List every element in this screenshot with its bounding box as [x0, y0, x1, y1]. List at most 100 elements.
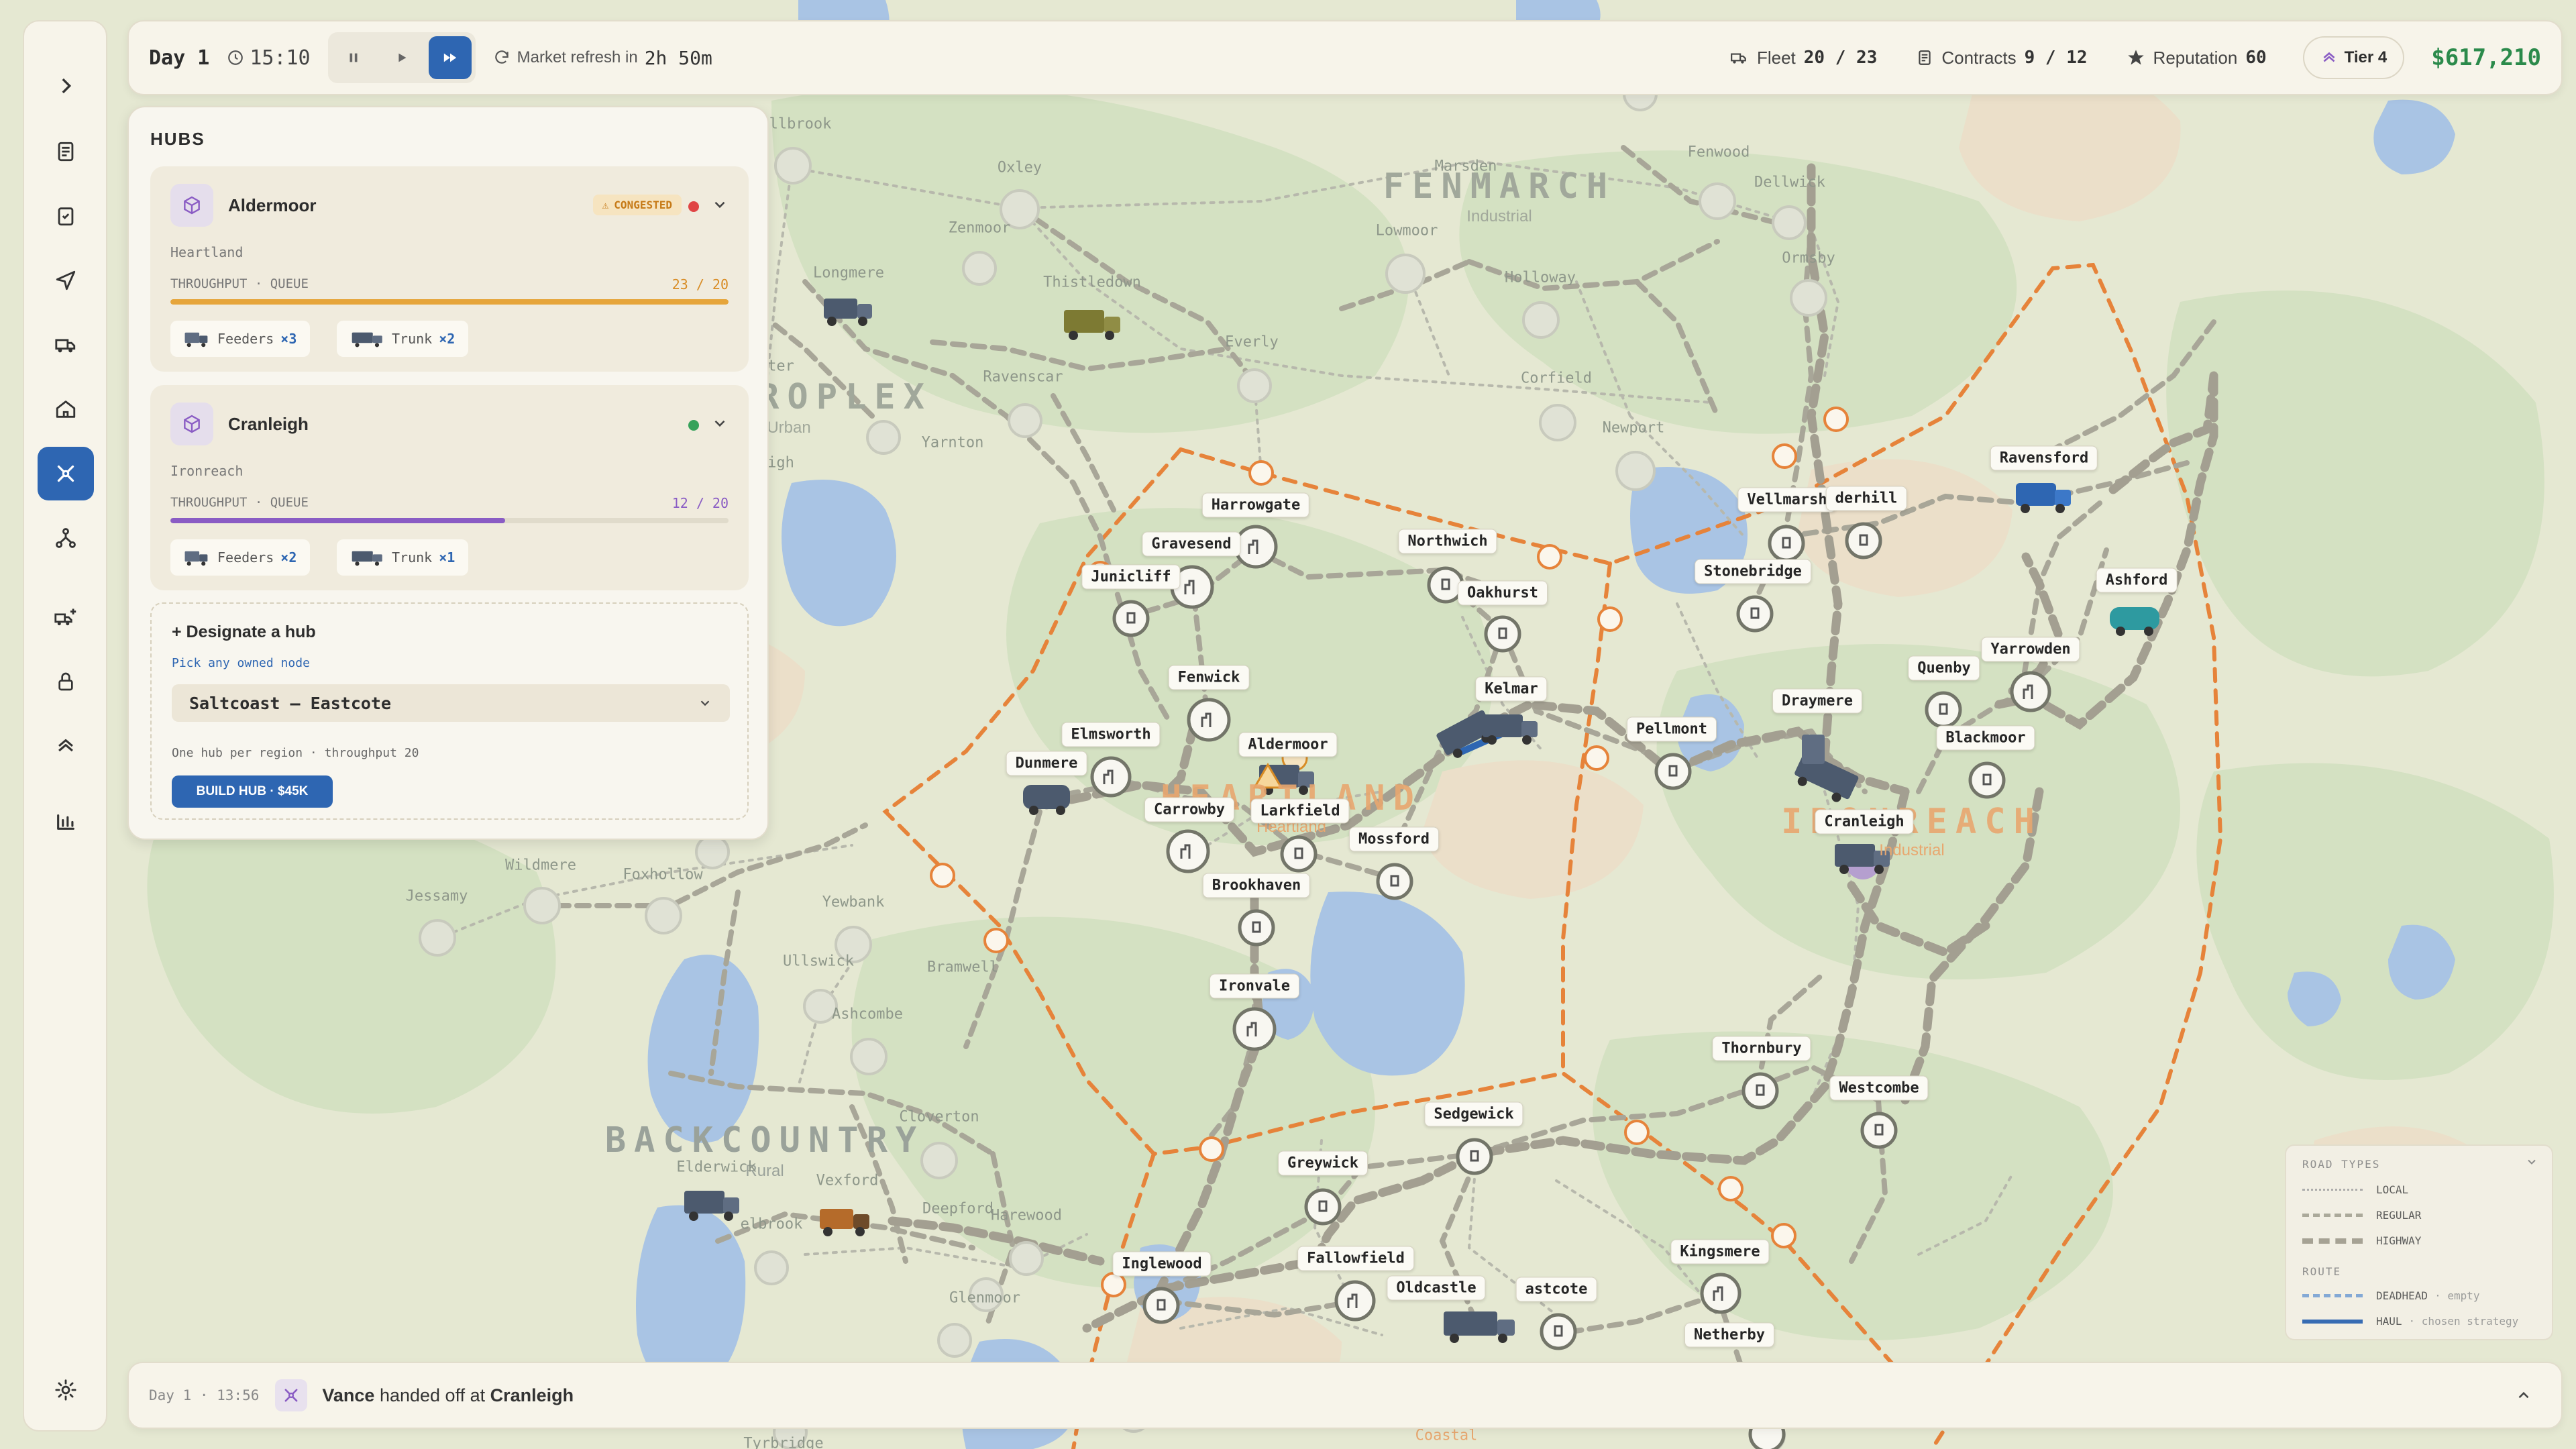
town-label[interactable]: Cranleigh — [1815, 809, 1914, 835]
sidebar-item-settings[interactable] — [38, 1363, 94, 1417]
play-button[interactable] — [380, 36, 423, 79]
warning-icon: ⚠ — [602, 199, 609, 211]
town-label[interactable]: Ravensford — [1990, 445, 2098, 471]
sidebar-item-depots[interactable] — [38, 382, 94, 436]
contracts-value: 9 / 12 — [2024, 48, 2088, 68]
event-action: handed off at — [379, 1385, 486, 1405]
town-label[interactable]: Fallowfield — [1297, 1246, 1414, 1271]
expand-button[interactable] — [711, 196, 729, 217]
time-value: 15:10 — [250, 46, 311, 70]
sidebar-item-ranking[interactable] — [38, 719, 94, 773]
event-ticker[interactable]: Day 1 · 13:56 Vance handed off at Cranle… — [127, 1362, 2563, 1429]
reputation-label: Reputation — [2153, 47, 2238, 68]
faded-town-label: Tyrbridge — [743, 1435, 824, 1449]
town-label[interactable]: Sedgewick — [1424, 1102, 1523, 1127]
town-label[interactable]: Fenwick — [1168, 665, 1250, 690]
town-label[interactable]: Blackmoor — [1936, 725, 2035, 751]
sidebar-item-fleet[interactable] — [38, 318, 94, 372]
expand-button[interactable] — [711, 415, 729, 435]
region-sub-roplex: Urban — [767, 419, 811, 437]
node-select[interactable]: Saltcoast — Eastcote — [172, 684, 730, 722]
tier-badge[interactable]: Tier 4 — [2302, 36, 2405, 79]
panel-title: HUBS — [150, 129, 205, 149]
sidebar-item-routes[interactable] — [38, 511, 94, 565]
town-label[interactable]: Oldcastle — [1387, 1275, 1486, 1301]
day-label: Day 1 — [149, 46, 210, 70]
rank-icon — [58, 739, 73, 752]
refresh-value: 2h 50m — [644, 46, 712, 69]
feeders-chip[interactable]: Feeders ×2 — [170, 539, 311, 576]
expand-log-button[interactable] — [2506, 1378, 2541, 1413]
sidebar-item-ledger[interactable] — [38, 125, 94, 178]
speed-controls — [327, 32, 476, 83]
hub-cube-icon — [170, 402, 213, 445]
town-label[interactable]: Netherby — [1684, 1322, 1774, 1348]
sidebar-item-contracts[interactable] — [38, 189, 94, 243]
collapse-legend-button[interactable] — [2525, 1155, 2538, 1172]
feeders-chip[interactable]: Feeders ×3 — [170, 321, 311, 357]
town-label[interactable]: Westcombe — [1829, 1075, 1929, 1101]
trunk-chip[interactable]: Trunk ×1 — [337, 539, 469, 576]
build-hub-button[interactable]: BUILD HUB · $45K — [172, 775, 333, 808]
reputation-stat[interactable]: Reputation 60 — [2127, 48, 2267, 68]
sidebar-item-hubs[interactable] — [38, 447, 94, 500]
chevron-down-icon — [700, 700, 710, 706]
town-label[interactable]: Stonebridge — [1695, 559, 1811, 584]
legend-desc: · chosen strategy — [2408, 1315, 2519, 1328]
region-label-fenmarch: FENMARCH — [1383, 166, 1616, 207]
town-label[interactable]: Draymere — [1772, 688, 1862, 714]
town-label[interactable]: Elmsworth — [1061, 722, 1161, 747]
pause-button[interactable] — [332, 36, 375, 79]
town-label[interactable]: Thornbury — [1712, 1036, 1811, 1061]
designate-title: + Designate a hub — [172, 623, 316, 641]
faded-town-label: igh — [767, 454, 794, 472]
legend-regular: REGULAR — [2302, 1209, 2421, 1222]
town-label[interactable]: Inglewood — [1112, 1251, 1212, 1277]
town-label[interactable]: Greywick — [1278, 1150, 1368, 1176]
faded-town-label: Foxhollow — [623, 866, 703, 883]
sidebar-item-locked[interactable] — [38, 655, 94, 708]
faded-town-label: Jessamy — [405, 888, 468, 905]
sidebar-item-dispatch[interactable] — [38, 254, 94, 307]
town-label[interactable]: Oakhurst — [1458, 580, 1548, 606]
town-label[interactable]: Junicliff — [1081, 564, 1181, 590]
town-label[interactable]: Aldermoor — [1238, 732, 1338, 757]
sidebar-item-buy-vehicle[interactable] — [38, 590, 94, 644]
legend-label: HAUL — [2376, 1315, 2402, 1328]
town-label[interactable]: Brookhaven — [1202, 873, 1311, 898]
town-label[interactable]: Ironvale — [1210, 973, 1299, 999]
fleet-stat[interactable]: Fleet 20 / 23 — [1729, 48, 1877, 68]
fast-forward-button[interactable] — [428, 36, 472, 79]
town-label[interactable]: Yarrowden — [1981, 637, 2080, 662]
town-label[interactable]: Carrowby — [1144, 797, 1234, 822]
town-label[interactable]: Kelmar — [1475, 676, 1548, 702]
town-label[interactable]: Northwich — [1398, 529, 1497, 554]
stats-icon — [57, 814, 74, 830]
hub-card-aldermoor[interactable]: Aldermoor ⚠ CONGESTED Heartland THROUGHPU… — [150, 166, 749, 372]
town-label[interactable]: Larkfield — [1250, 798, 1350, 824]
hub-card-cranleigh[interactable]: Cranleigh Ironreach THROUGHPUT · QUEUE 1… — [150, 385, 749, 590]
town-label[interactable]: Harrowgate — [1201, 492, 1310, 518]
sidebar-expand[interactable] — [38, 59, 94, 113]
document-icon — [1919, 50, 1931, 65]
trunk-chip[interactable]: Trunk ×2 — [337, 321, 469, 357]
town-label[interactable]: Ashford — [2096, 568, 2178, 593]
town-label[interactable]: Quenby — [1908, 655, 1980, 681]
town-label[interactable]: astcote — [1515, 1277, 1597, 1302]
fleet-label: Fleet — [1756, 47, 1796, 68]
sidebar-item-stats[interactable] — [38, 794, 94, 848]
contracts-stat[interactable]: Contracts 9 / 12 — [1916, 48, 2088, 68]
town-label[interactable]: derhill — [1825, 486, 1907, 511]
legend-haul: HAUL · chosen strategy — [2302, 1315, 2518, 1328]
town-label[interactable]: Dunmere — [1006, 751, 1087, 776]
throughput-label: THROUGHPUT · QUEUE — [170, 495, 309, 510]
town-label[interactable]: Gravesend — [1142, 531, 1241, 557]
town-label[interactable]: Kingsmere — [1670, 1239, 1770, 1265]
rank-icon — [2323, 52, 2335, 62]
faded-town-label: Cloverton — [899, 1108, 979, 1126]
town-label[interactable]: Pellmont — [1627, 716, 1717, 742]
town-label[interactable]: Mossford — [1349, 826, 1439, 852]
town-label[interactable]: Vellmarsh — [1737, 487, 1837, 513]
deadhead-line — [2302, 1294, 2363, 1297]
faded-town-label: Thistledown — [1043, 274, 1141, 291]
